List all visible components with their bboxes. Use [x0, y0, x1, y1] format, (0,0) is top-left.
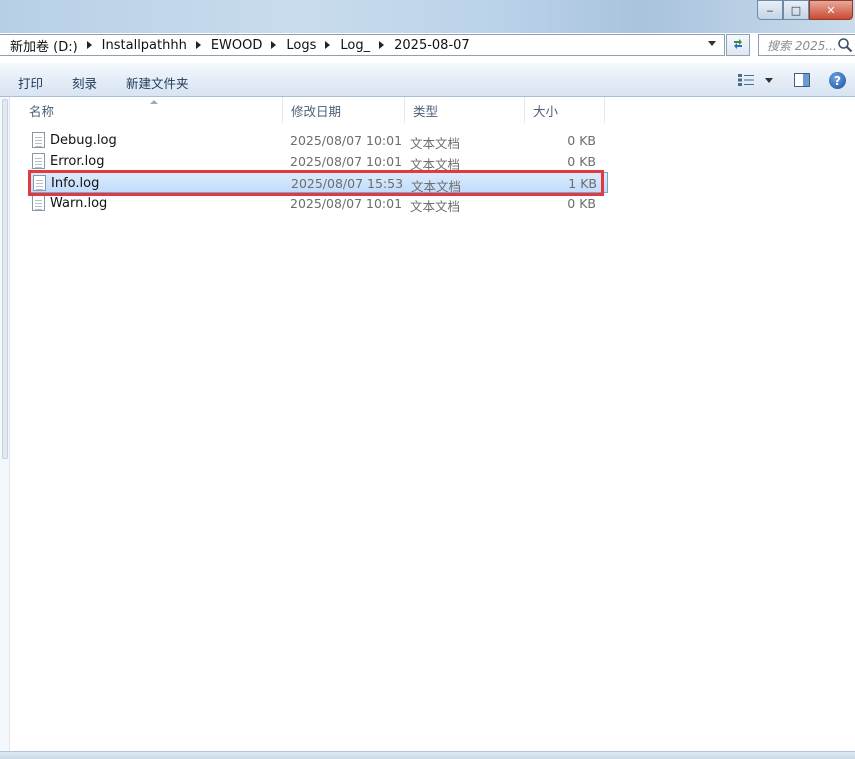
file-type: 文本文档 [410, 157, 461, 172]
column-header-size-label: 大小 [533, 103, 559, 119]
breadcrumb-log[interactable]: Log_ [340, 38, 370, 53]
address-bar: 新加卷 (D:) Installpathhh EWOOD Logs Log_ 2… [0, 33, 855, 59]
breadcrumb-drive[interactable]: 新加卷 (D:) [10, 36, 78, 55]
chevron-right-icon[interactable] [325, 41, 331, 49]
breadcrumb[interactable]: 新加卷 (D:) Installpathhh EWOOD Logs Log_ 2… [0, 34, 725, 56]
print-button[interactable]: 打印 [16, 73, 45, 92]
column-header-name-label: 名称 [29, 103, 55, 119]
window-controls: ‒ □ ✕ [757, 0, 853, 20]
file-size: 0 KB [567, 154, 596, 169]
close-button[interactable]: ✕ [809, 0, 853, 20]
file-date: 2025/08/07 15:53 [291, 176, 404, 191]
file-size: 0 KB [567, 196, 596, 211]
status-bar [0, 751, 855, 759]
column-header-size[interactable]: 大小 [525, 97, 605, 123]
new-folder-button[interactable]: 新建文件夹 [124, 73, 191, 92]
help-icon[interactable]: ? [829, 72, 846, 89]
file-name: Warn.log [50, 196, 108, 211]
breadcrumb-logs[interactable]: Logs [286, 38, 316, 53]
navigation-pane-scrollbar[interactable] [2, 99, 8, 459]
chevron-right-icon[interactable] [271, 41, 277, 49]
column-header-row: 名称 修改日期 类型 大小 [11, 97, 855, 123]
file-date: 2025/08/07 10:01 [290, 133, 403, 148]
text-file-icon [33, 175, 46, 191]
file-name: Debug.log [50, 133, 117, 148]
breadcrumb-ewood[interactable]: EWOOD [211, 38, 263, 53]
minimize-button[interactable]: ‒ [757, 0, 783, 20]
address-history-dropdown-icon[interactable] [708, 41, 716, 46]
preview-pane-icon[interactable] [794, 73, 810, 87]
search-placeholder: 搜索 2025... [767, 38, 837, 53]
file-type: 文本文档 [410, 199, 461, 214]
column-header-type[interactable]: 类型 [405, 97, 525, 123]
search-icon[interactable] [837, 37, 853, 53]
breadcrumb-installpathhh[interactable]: Installpathhh [102, 38, 187, 53]
text-file-icon [32, 195, 45, 211]
file-date: 2025/08/07 10:01 [290, 196, 403, 211]
file-size: 0 KB [567, 133, 596, 148]
column-header-date[interactable]: 修改日期 [283, 97, 405, 123]
file-size: 1 KB [568, 176, 597, 191]
file-row-error[interactable]: Error.log 2025/08/07 10:01 文本文档 0 KB [28, 151, 608, 172]
search-input[interactable]: 搜索 2025... [758, 34, 855, 56]
view-options-icon[interactable] [738, 74, 754, 86]
file-name: Info.log [51, 176, 100, 191]
view-options-dropdown-icon[interactable] [765, 78, 773, 83]
chevron-right-icon[interactable] [195, 41, 201, 49]
command-bar: 打印 刻录 新建文件夹 ? [0, 63, 855, 97]
column-header-type-label: 类型 [413, 103, 439, 119]
chevron-right-icon[interactable] [379, 41, 385, 49]
breadcrumb-date-folder[interactable]: 2025-08-07 [394, 38, 470, 53]
chevron-right-icon[interactable] [86, 41, 92, 49]
file-row-debug[interactable]: Debug.log 2025/08/07 10:01 文本文档 0 KB [28, 130, 608, 151]
maximize-button[interactable]: □ [783, 0, 809, 20]
title-bar: ‒ □ ✕ [0, 0, 855, 33]
file-row-warn[interactable]: Warn.log 2025/08/07 10:01 文本文档 0 KB [28, 193, 608, 214]
sort-ascending-icon [150, 100, 158, 104]
refresh-icon [734, 39, 742, 49]
file-name: Error.log [50, 154, 105, 169]
column-header-date-label: 修改日期 [291, 103, 342, 119]
file-date: 2025/08/07 10:01 [290, 154, 403, 169]
refresh-button[interactable] [726, 34, 750, 56]
text-file-icon [32, 153, 45, 169]
file-row-info[interactable]: Info.log 2025/08/07 15:53 文本文档 1 KB [28, 172, 608, 194]
file-type: 文本文档 [410, 136, 461, 151]
text-file-icon [32, 132, 45, 148]
navigation-pane-splitter[interactable] [0, 97, 10, 751]
burn-button[interactable]: 刻录 [70, 73, 99, 92]
